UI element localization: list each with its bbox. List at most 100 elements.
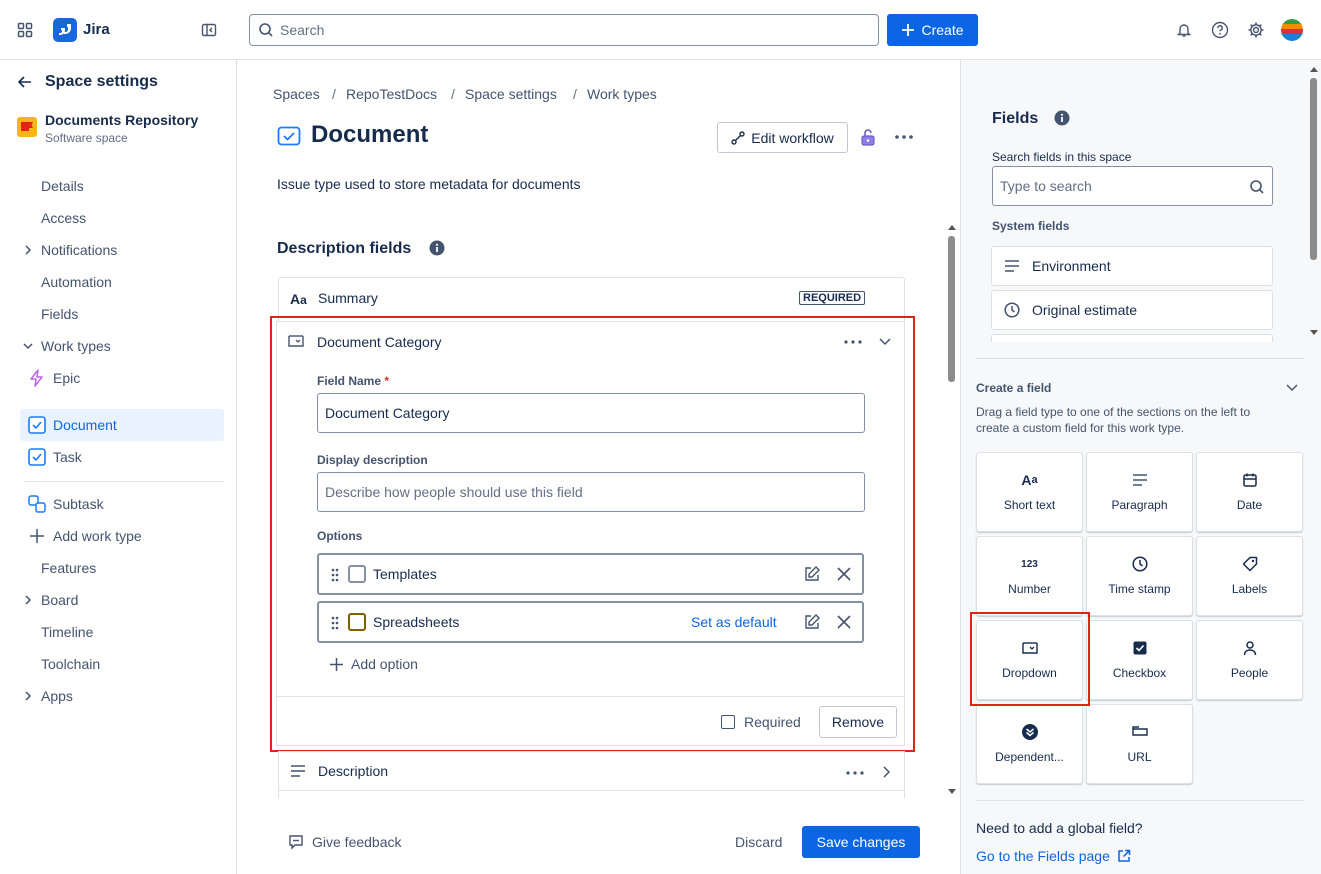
remove-button[interactable]: Remove — [819, 706, 897, 738]
tile-label: Date — [1236, 498, 1263, 512]
add-option-button[interactable]: Add option — [329, 656, 418, 672]
info-icon[interactable] — [1054, 110, 1070, 126]
option-checkbox[interactable] — [348, 565, 366, 583]
option-row-templates[interactable]: Templates — [317, 553, 864, 595]
option-row-spreadsheets[interactable]: Spreadsheets Set as default — [317, 601, 864, 643]
sidebar-item-document[interactable]: Document — [20, 409, 224, 441]
chevron-down-icon[interactable] — [22, 340, 34, 352]
jira-logo-icon[interactable] — [53, 18, 77, 42]
breadcrumb-work-types[interactable]: Work types — [587, 86, 657, 102]
scroll-up-arrow[interactable] — [948, 224, 956, 230]
notifications-bell-icon[interactable] — [1170, 16, 1198, 44]
drag-handle-icon[interactable] — [331, 616, 339, 630]
sidebar-item-apps[interactable]: Apps — [20, 681, 224, 711]
display-description-placeholder: Describe how people should use this fiel… — [325, 484, 583, 500]
summary-field-row[interactable]: Aa Summary REQUIRED — [278, 277, 905, 321]
tile-label: Dropdown — [1002, 666, 1057, 680]
more-actions-icon[interactable] — [843, 336, 863, 348]
sidebar-item-features[interactable]: Features — [20, 553, 224, 583]
field-name-input[interactable]: Document Category — [317, 393, 865, 433]
search-fields-input[interactable]: Type to search — [992, 166, 1273, 206]
sidebar-item-toolchain[interactable]: Toolchain — [20, 649, 224, 679]
sidebar-item-subtask[interactable]: Subtask — [20, 489, 224, 519]
more-actions-icon[interactable] — [845, 767, 865, 779]
breadcrumb-spaces[interactable]: Spaces — [273, 86, 320, 102]
help-icon[interactable] — [1206, 16, 1234, 44]
search-input[interactable]: Search — [249, 14, 879, 46]
option-checkbox[interactable] — [348, 613, 366, 631]
settings-gear-icon[interactable] — [1242, 16, 1270, 44]
required-checkbox[interactable] — [721, 715, 735, 729]
breadcrumb-space-settings[interactable]: Space settings — [465, 86, 557, 102]
section-title: Description fields — [277, 240, 412, 257]
sidebar-item-notifications[interactable]: Notifications — [20, 235, 224, 265]
lock-icon[interactable] — [859, 128, 877, 146]
required-label: Required — [744, 714, 801, 730]
system-field-environment[interactable]: Environment — [991, 246, 1273, 286]
tile-short-text[interactable]: Aa Short text — [976, 452, 1083, 532]
info-icon[interactable] — [429, 240, 445, 256]
system-field-original-estimate[interactable]: Original estimate — [991, 290, 1273, 330]
scroll-up-arrow[interactable] — [1310, 66, 1318, 72]
chevron-right-icon[interactable] — [880, 765, 892, 779]
set-as-default-link[interactable]: Set as default — [691, 614, 777, 630]
avatar[interactable] — [1281, 19, 1303, 41]
discard-button[interactable]: Discard — [735, 834, 782, 850]
more-actions-icon[interactable] — [894, 130, 914, 144]
chevron-right-icon[interactable] — [22, 244, 34, 256]
back-arrow-icon[interactable] — [16, 73, 34, 91]
right-scrollbar-thumb[interactable] — [1310, 78, 1317, 260]
tile-dropdown[interactable]: Dropdown — [976, 620, 1083, 700]
tile-labels[interactable]: Labels — [1196, 536, 1303, 616]
fields-panel-title: Fields — [992, 110, 1039, 127]
sidebar-item-fields[interactable]: Fields — [20, 299, 224, 329]
app-name[interactable]: Jira — [83, 21, 110, 38]
tile-number[interactable]: 123 Number — [976, 536, 1083, 616]
edit-workflow-button[interactable]: Edit workflow — [717, 122, 848, 153]
tile-checkbox[interactable]: Checkbox — [1086, 620, 1193, 700]
tile-people[interactable]: People — [1196, 620, 1303, 700]
scroll-down-arrow[interactable] — [1310, 330, 1318, 336]
sidebar-item-timeline[interactable]: Timeline — [20, 617, 224, 647]
scroll-down-arrow[interactable] — [948, 789, 956, 795]
go-to-fields-page-link[interactable]: Go to the Fields page — [976, 848, 1131, 864]
description-field-row[interactable]: Description — [278, 751, 905, 791]
chevron-down-icon[interactable] — [878, 336, 892, 348]
sidebar-item-board[interactable]: Board — [20, 585, 224, 615]
sidebar-item-automation[interactable]: Automation — [20, 267, 224, 297]
tile-paragraph[interactable]: Paragraph — [1086, 452, 1193, 532]
sidebar-item-task[interactable]: Task — [20, 442, 224, 472]
create-field-description-2: create a custom field for this work type… — [976, 421, 1185, 435]
save-changes-button[interactable]: Save changes — [802, 826, 920, 858]
close-icon[interactable] — [836, 614, 852, 630]
tile-url[interactable]: URL — [1086, 704, 1193, 784]
tile-date[interactable]: Date — [1196, 452, 1303, 532]
tile-dependent[interactable]: Dependent... — [976, 704, 1083, 784]
close-icon[interactable] — [836, 566, 852, 582]
chevron-right-icon[interactable] — [22, 690, 34, 702]
sidebar-item-label: Automation — [41, 274, 112, 290]
edit-pencil-icon[interactable] — [803, 613, 821, 631]
display-description-input[interactable]: Describe how people should use this fiel… — [317, 472, 865, 512]
category-field-name[interactable]: Document Category — [317, 334, 442, 350]
drag-handle-icon[interactable] — [331, 568, 339, 582]
page-title: Document — [311, 121, 429, 148]
breadcrumb-repo[interactable]: RepoTestDocs — [346, 86, 437, 102]
system-field-partial — [991, 334, 1273, 342]
collapse-sidebar-icon[interactable] — [195, 16, 223, 44]
paragraph-icon — [290, 764, 306, 778]
add-work-type-button[interactable]: Add work type — [20, 521, 224, 551]
sidebar-item-access[interactable]: Access — [20, 203, 224, 233]
app-switcher-icon[interactable] — [11, 16, 39, 44]
chevron-down-icon[interactable] — [1285, 382, 1299, 394]
sidebar-item-details[interactable]: Details — [20, 171, 224, 201]
sidebar-item-epic[interactable]: Epic — [20, 363, 224, 393]
tile-time-stamp[interactable]: Time stamp — [1086, 536, 1193, 616]
chevron-right-icon[interactable] — [22, 594, 34, 606]
edit-pencil-icon[interactable] — [803, 565, 821, 583]
create-button[interactable]: Create — [887, 14, 978, 46]
space-name[interactable]: Documents Repository — [45, 112, 198, 128]
main-scrollbar-thumb[interactable] — [948, 236, 955, 382]
give-feedback-button[interactable]: Give feedback — [288, 834, 402, 850]
sidebar-item-work-types[interactable]: Work types — [20, 331, 224, 361]
